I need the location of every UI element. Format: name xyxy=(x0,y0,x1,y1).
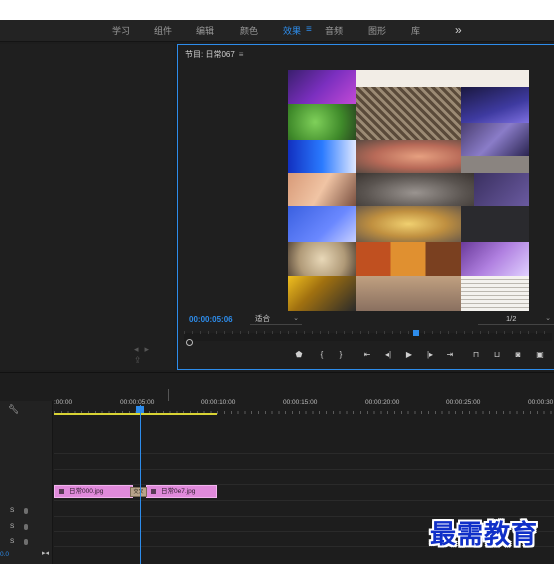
workspace-tab-learn[interactable]: 学习 xyxy=(112,25,130,37)
workspace-tab-effects[interactable]: 效果 xyxy=(283,25,301,37)
source-panel: ◂▸ ⇪ xyxy=(0,44,174,370)
ruler-label: 00:00:25:00 xyxy=(446,399,481,406)
resolution-dropdown-value: 1/2 xyxy=(506,314,517,323)
step-forward-icon[interactable]: |▸ xyxy=(424,350,436,360)
collage-tile xyxy=(356,276,461,311)
workspace-tab-editing[interactable]: 编辑 xyxy=(196,25,214,37)
resolution-dropdown[interactable]: 1/2 ⌄ xyxy=(478,313,554,325)
collage-tile xyxy=(288,140,356,173)
timeline-panel: 🔧︎ :00:00 00:00:05:00 00:00:10:00 00:00:… xyxy=(0,372,554,564)
wrench-icon[interactable]: 🔧︎ xyxy=(8,404,19,415)
collage-tile xyxy=(461,206,529,242)
step-back-icon[interactable]: ◂| xyxy=(382,350,394,360)
play-icon[interactable]: ▶ xyxy=(403,350,415,360)
program-scrub-ruler xyxy=(184,331,552,334)
track-divider xyxy=(54,453,554,454)
program-monitor-title[interactable]: 节目: 日常067 ≡ xyxy=(185,49,243,60)
time-ruler[interactable]: :00:00 00:00:05:00 00:00:10:00 00:00:15:… xyxy=(54,397,554,414)
go-to-out-icon[interactable]: ⇥ xyxy=(444,350,456,360)
cross-dissolve-transition[interactable]: 交叉 xyxy=(130,487,147,497)
program-monitor: 节目: 日常067 ≡ 00:00:05:06 适合 ⌄ 1/2 ⌄ ⬟ {}… xyxy=(177,44,554,370)
collage-tile xyxy=(356,206,461,242)
collage-tile xyxy=(461,87,529,123)
program-scrub-bar[interactable] xyxy=(184,333,552,341)
clip-label: 日常000.jpg xyxy=(69,488,104,495)
track-divider xyxy=(54,500,554,501)
chevron-down-icon: ⌄ xyxy=(293,315,299,322)
ruler-label: 00:00:20:00 xyxy=(365,399,400,406)
microphone-icon[interactable] xyxy=(24,539,28,545)
workspace-tab-audio[interactable]: 音频 xyxy=(325,25,343,37)
collage-tile xyxy=(356,87,461,140)
premiere-window: 学习 组件 编辑 颜色 效果 ≡ 音频 图形 库 » ◂▸ ⇪ 节目: 日常06… xyxy=(0,0,554,564)
clip-label: 日常0e7.jpg xyxy=(161,488,196,495)
ruler-label: 00:00:15:00 xyxy=(283,399,318,406)
fx-badge-icon xyxy=(59,489,64,494)
workspace-menu-icon[interactable]: ≡ xyxy=(306,24,312,36)
collage-tile xyxy=(288,276,356,311)
mark-in-icon[interactable]: { xyxy=(316,350,328,360)
fit-dropdown[interactable]: 适合 ⌄ xyxy=(250,313,302,325)
collage-tile xyxy=(288,173,356,206)
collage-tile xyxy=(288,104,356,140)
mark-out-icon[interactable]: } xyxy=(335,350,347,360)
workspace-tab-libraries[interactable]: 库 xyxy=(411,25,420,37)
collage-tile xyxy=(474,173,529,206)
zoom-handle[interactable] xyxy=(186,339,193,346)
fit-dropdown-value: 适合 xyxy=(255,314,270,323)
collage-tile xyxy=(356,140,461,173)
collage-tile xyxy=(356,173,474,206)
fx-badge-icon xyxy=(151,489,156,494)
chevron-down-icon: ⌄ xyxy=(545,315,551,322)
collage-tile xyxy=(461,276,529,311)
ruler-label: 00:00:30 xyxy=(528,399,554,406)
lift-icon[interactable]: ⊓ xyxy=(470,350,482,360)
program-panel-menu-icon[interactable]: ≡ xyxy=(239,50,244,59)
workspace-tab-assembly[interactable]: 组件 xyxy=(154,25,172,37)
program-title-text: 节目: 日常067 xyxy=(185,50,235,59)
extract-icon[interactable]: ⊔ xyxy=(491,350,503,360)
timeline-clip[interactable]: 日常000.jpg xyxy=(54,485,133,498)
collage-tile xyxy=(461,242,529,276)
ruler-label: :00:00 xyxy=(54,399,73,406)
collage-tile xyxy=(356,242,461,276)
collage-tile xyxy=(461,156,529,173)
collage-tile xyxy=(461,123,529,156)
watermark-logo: 最需教育 xyxy=(430,520,539,550)
more-workspaces-icon[interactable]: » xyxy=(455,23,462,37)
workspace-tab-graphics[interactable]: 图形 xyxy=(368,25,386,37)
go-to-in-icon[interactable]: ⇤ xyxy=(361,350,373,360)
timeline-time-readout: 0.0 xyxy=(0,551,10,558)
collage-tile xyxy=(356,70,529,87)
source-panel-icons[interactable]: ◂▸ ⇪ xyxy=(134,344,174,366)
workspace-tab-color[interactable]: 颜色 xyxy=(240,25,258,37)
marker-icon[interactable]: ⬟ xyxy=(293,350,305,360)
timeline-playhead-line[interactable] xyxy=(140,405,141,564)
go-to-end-icon[interactable]: ▸◂ xyxy=(42,549,49,557)
top-blank-band xyxy=(0,0,554,20)
comparison-view-icon[interactable]: ▣ xyxy=(534,350,546,360)
audio-solo-button[interactable]: S xyxy=(10,507,14,514)
timeline-playhead[interactable] xyxy=(136,406,144,413)
workspace-bar: 学习 组件 编辑 颜色 效果 ≡ 音频 图形 库 » xyxy=(0,20,554,42)
track-divider xyxy=(54,469,554,470)
audio-solo-button[interactable]: S xyxy=(10,538,14,545)
program-timecode[interactable]: 00:00:05:06 xyxy=(189,315,233,324)
collage-tile xyxy=(288,206,356,242)
collage-tile xyxy=(288,70,356,104)
ruler-label: 00:00:10:00 xyxy=(201,399,236,406)
program-playhead[interactable] xyxy=(412,330,419,336)
export-frame-icon[interactable]: ◙ xyxy=(512,350,524,360)
work-area-bar[interactable] xyxy=(54,413,217,415)
program-video-frame[interactable] xyxy=(288,70,529,311)
microphone-icon[interactable] xyxy=(24,524,28,530)
microphone-icon[interactable] xyxy=(24,508,28,514)
audio-solo-button[interactable]: S xyxy=(10,523,14,530)
collage-tile xyxy=(288,242,356,276)
ruler-label: 00:00:05:00 xyxy=(120,399,155,406)
timeline-clip[interactable]: 日常0e7.jpg xyxy=(146,485,217,498)
